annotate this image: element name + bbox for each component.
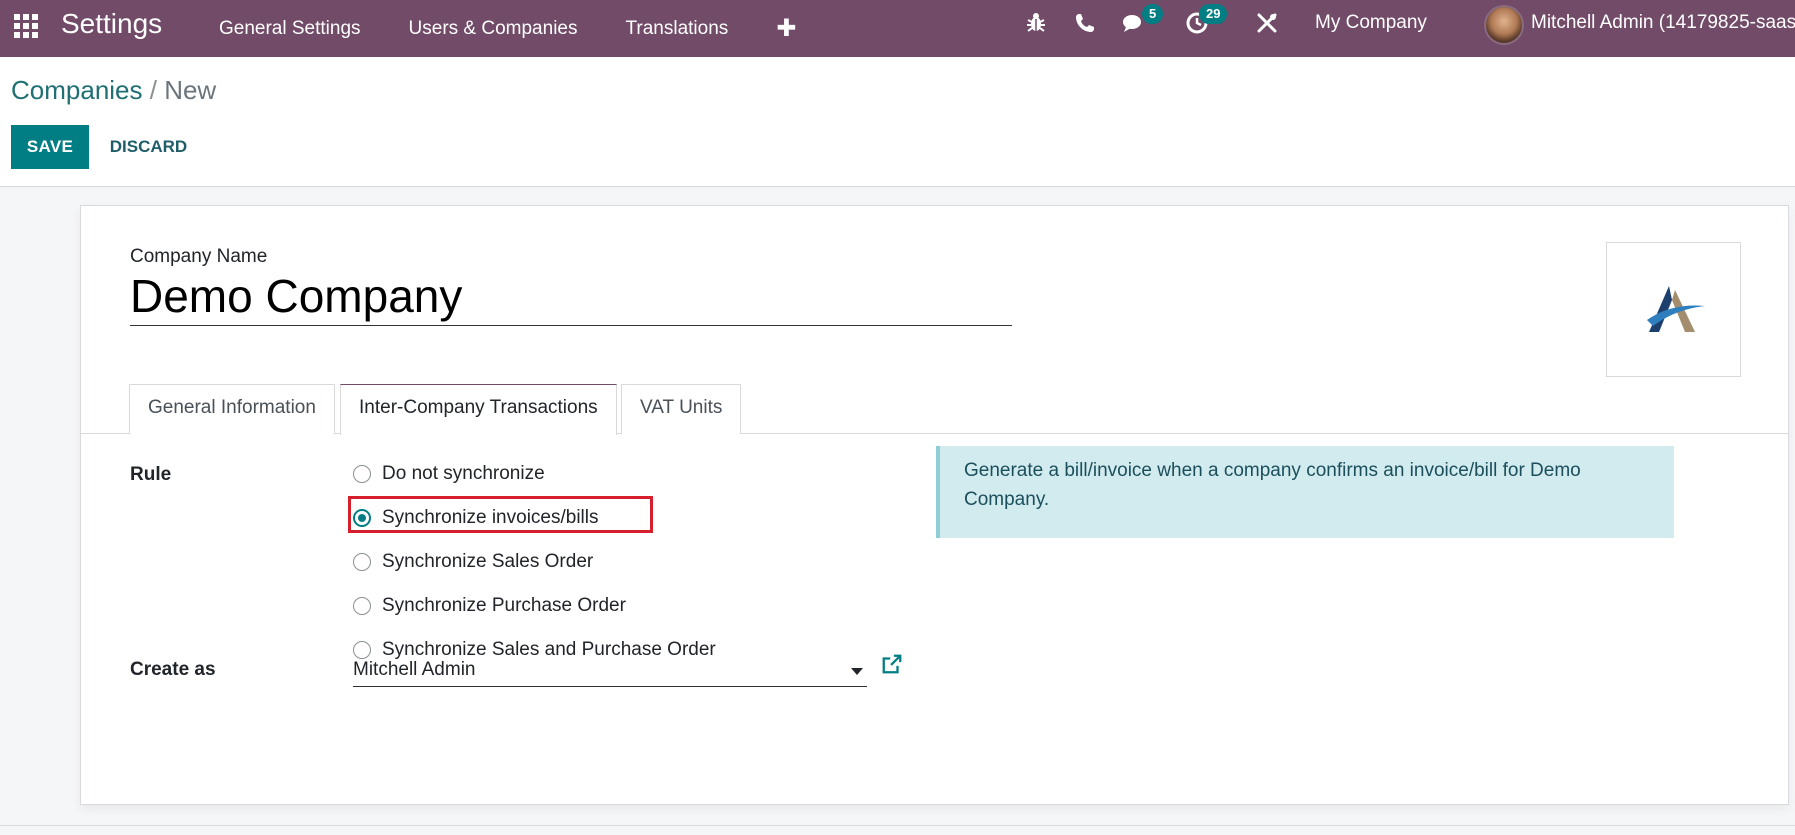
menu-translations[interactable]: Translations <box>625 18 728 40</box>
control-panel: Companies / New SAVE DISCARD <box>0 57 1795 187</box>
radio-do-not-synchronize[interactable]: Do not synchronize <box>353 463 545 485</box>
user-menu[interactable]: Mitchell Admin (14179825-saas <box>1531 12 1795 34</box>
discard-button[interactable]: DISCARD <box>96 125 201 169</box>
radio-circle[interactable] <box>353 553 371 571</box>
apps-menu-icon[interactable] <box>10 10 38 38</box>
form-sheet: Company Name Demo Company General Inform… <box>80 205 1789 805</box>
form-tabs: General Information Inter-Company Transa… <box>81 384 1788 435</box>
messages-count-badge: 5 <box>1142 4 1164 24</box>
create-as-label: Create as <box>130 659 216 680</box>
radio-label: Synchronize Sales Order <box>382 551 594 572</box>
breadcrumb-current: New <box>164 75 217 105</box>
create-as-value: Mitchell Admin <box>353 659 476 680</box>
debug-bug-icon[interactable] <box>1024 11 1048 35</box>
radio-circle[interactable] <box>353 597 371 615</box>
breadcrumb-companies-link[interactable]: Companies <box>11 75 143 105</box>
tab-vat-units[interactable]: VAT Units <box>621 384 742 434</box>
breadcrumb-separator: / <box>142 75 165 105</box>
radio-synchronize-sales-order[interactable]: Synchronize Sales Order <box>353 551 593 573</box>
external-link-icon[interactable] <box>881 653 903 675</box>
highlight-annotation <box>348 496 653 533</box>
tools-icon[interactable] <box>1255 11 1279 35</box>
create-as-select[interactable]: Mitchell Admin <box>353 654 867 687</box>
company-switcher[interactable]: My Company <box>1315 12 1427 34</box>
rule-info-alert: Generate a bill/invoice when a company c… <box>936 446 1674 538</box>
company-name-input[interactable]: Demo Company <box>130 270 1012 326</box>
menu-general-settings[interactable]: General Settings <box>219 18 361 40</box>
radio-synchronize-purchase-order[interactable]: Synchronize Purchase Order <box>353 595 626 617</box>
chevron-down-icon[interactable] <box>851 668 863 675</box>
main-menu: General Settings Users & Companies Trans… <box>219 0 844 57</box>
user-avatar[interactable] <box>1484 5 1524 45</box>
tab-general-information[interactable]: General Information <box>129 384 335 434</box>
top-navbar: Settings General Settings Users & Compan… <box>0 0 1795 57</box>
company-logo[interactable] <box>1606 242 1741 377</box>
tab-inter-company-transactions[interactable]: Inter-Company Transactions <box>340 384 617 435</box>
company-logo-icon <box>1646 285 1705 332</box>
radio-label: Synchronize Purchase Order <box>382 595 626 616</box>
form-view: Company Name Demo Company General Inform… <box>0 187 1795 835</box>
app-title[interactable]: Settings <box>61 8 162 40</box>
company-name-label: Company Name <box>130 246 268 267</box>
radio-label: Do not synchronize <box>382 463 545 484</box>
add-menu-icon[interactable]: ✚ <box>776 14 796 43</box>
phone-icon[interactable] <box>1073 11 1097 35</box>
radio-circle[interactable] <box>353 465 371 483</box>
breadcrumb: Companies / New <box>11 75 216 106</box>
activities-count-badge: 29 <box>1199 4 1228 24</box>
rule-label: Rule <box>130 464 172 485</box>
content-divider <box>0 825 1795 826</box>
save-button[interactable]: SAVE <box>11 125 89 169</box>
menu-users-companies[interactable]: Users & Companies <box>409 18 578 40</box>
